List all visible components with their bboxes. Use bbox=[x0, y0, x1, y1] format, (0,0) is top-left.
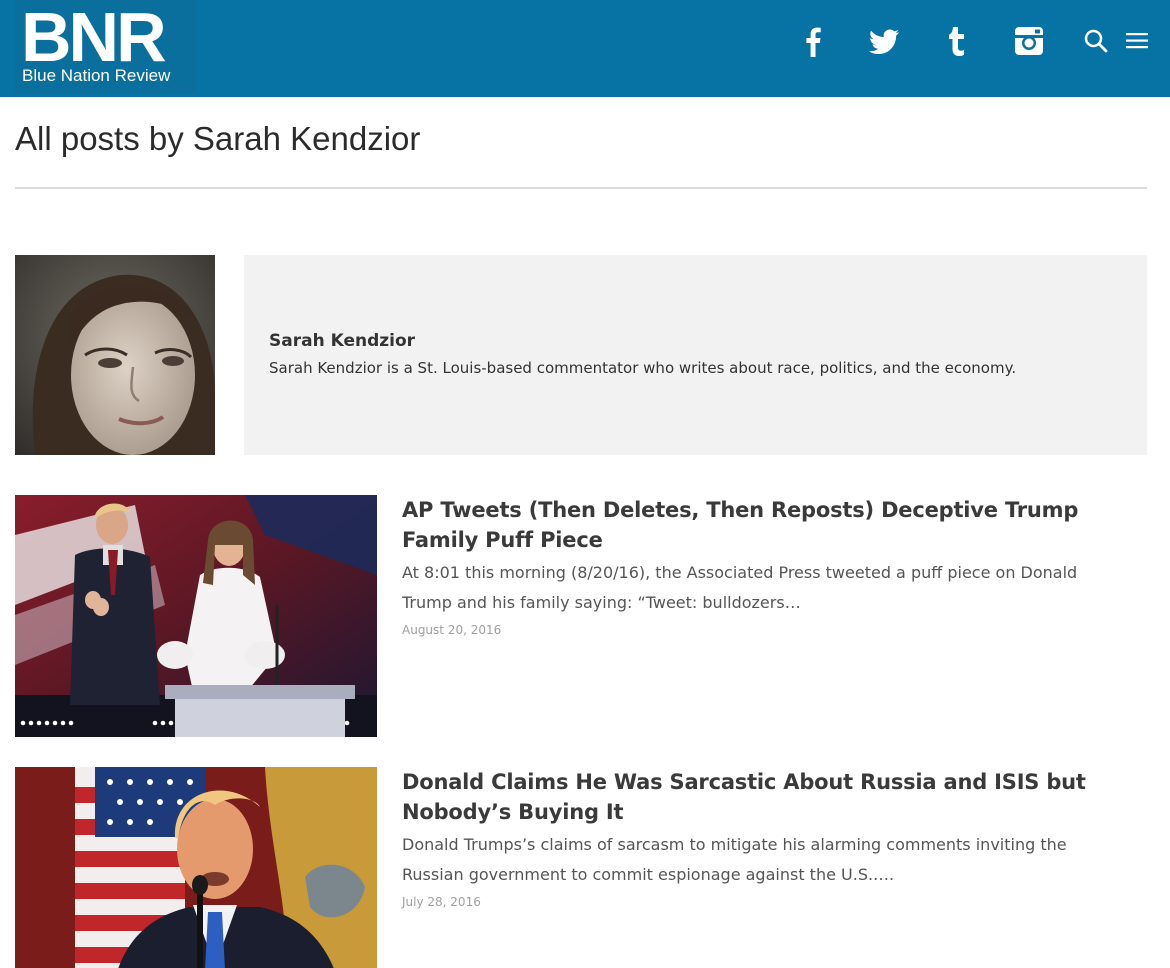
tumblr-link[interactable] bbox=[940, 24, 974, 58]
instagram-icon bbox=[1015, 27, 1043, 55]
page-title: All posts by Sarah Kendzior bbox=[15, 120, 421, 157]
post-thumbnail-image bbox=[15, 767, 377, 968]
post-thumbnail-image bbox=[15, 495, 377, 737]
author-portrait-image bbox=[15, 255, 215, 455]
author-bio: Sarah Kendzior is a St. Louis-based comm… bbox=[269, 359, 1017, 377]
post-excerpt: At 8:01 this morning (8/20/16), the Asso… bbox=[402, 563, 1078, 612]
menu-button[interactable] bbox=[1124, 28, 1150, 54]
post-thumbnail-link[interactable] bbox=[15, 767, 377, 968]
post-item: Donald Claims He Was Sarcastic About Rus… bbox=[15, 767, 1155, 968]
title-divider bbox=[15, 187, 1147, 189]
instagram-link[interactable] bbox=[1012, 24, 1046, 58]
search-icon bbox=[1084, 29, 1108, 53]
post-content: AP Tweets (Then Deletes, Then Reposts) D… bbox=[402, 495, 1132, 637]
twitter-icon bbox=[869, 29, 900, 54]
author-avatar bbox=[15, 255, 215, 455]
post-excerpt: Donald Trumps’s claims of sarcasm to mit… bbox=[402, 835, 1067, 884]
tumblr-icon bbox=[949, 27, 964, 56]
post-title-link[interactable]: Donald Claims He Was Sarcastic About Rus… bbox=[402, 767, 1132, 827]
author-name: Sarah Kendzior bbox=[269, 331, 416, 351]
facebook-link[interactable] bbox=[796, 24, 830, 58]
post-date: July 28, 2016 bbox=[402, 895, 481, 909]
post-item: AP Tweets (Then Deletes, Then Reposts) D… bbox=[15, 495, 1155, 737]
post-title-link[interactable]: AP Tweets (Then Deletes, Then Reposts) D… bbox=[402, 495, 1132, 555]
post-date: August 20, 2016 bbox=[402, 623, 502, 637]
logo-tagline: Blue Nation Review bbox=[22, 66, 171, 85]
logo-mark: BNR bbox=[21, 0, 167, 76]
facebook-icon bbox=[806, 27, 821, 57]
twitter-link[interactable] bbox=[867, 24, 901, 58]
site-header: BNR Blue Nation Review bbox=[0, 0, 1170, 97]
post-thumbnail-link[interactable] bbox=[15, 495, 377, 737]
search-button[interactable] bbox=[1083, 28, 1109, 54]
menu-icon bbox=[1126, 33, 1148, 49]
author-bio-card: Sarah Kendzior Sarah Kendzior is a St. L… bbox=[244, 255, 1147, 455]
post-content: Donald Claims He Was Sarcastic About Rus… bbox=[402, 767, 1132, 909]
site-logo[interactable]: BNR Blue Nation Review bbox=[15, 0, 196, 94]
